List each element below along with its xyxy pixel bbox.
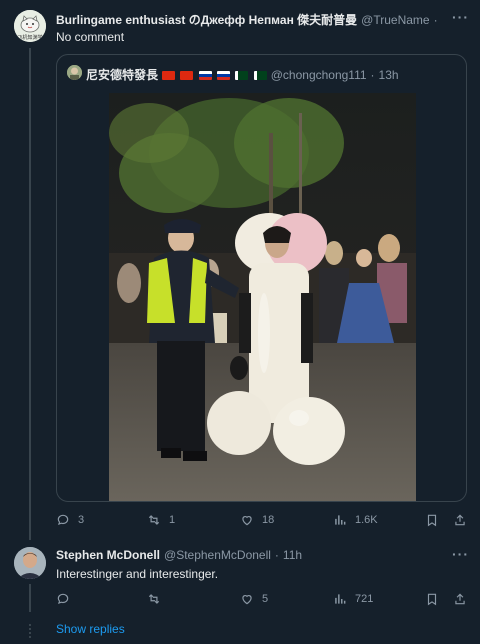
china-flag-icon <box>162 70 176 80</box>
thread-line-top <box>29 48 31 540</box>
quote-display-name: 尼安德特發長 <box>86 68 159 82</box>
reply-icon <box>57 514 69 526</box>
person-avatar-icon <box>14 547 46 579</box>
thread-dotted-connector <box>29 624 31 638</box>
quote-avatar-icon <box>67 65 82 80</box>
retweet-count: 1 <box>169 514 176 526</box>
share-button[interactable] <box>453 592 475 606</box>
tweet-text: Interestinger and interestinger. <box>56 567 219 581</box>
display-name[interactable]: Stephen McDonell <box>56 548 160 562</box>
quote-user-handle: @chongchong111 <box>270 67 367 82</box>
views-count: 1.6K <box>355 514 378 526</box>
flag-emoji-row <box>160 68 267 82</box>
user-handle[interactable]: @StephenMcDonell <box>164 548 271 562</box>
views-button[interactable]: 721 <box>333 592 373 606</box>
views-count: 721 <box>355 593 374 605</box>
quote-header: 尼安德特發長 @chongchong111 · 13h <box>86 66 406 83</box>
heart-icon <box>242 516 252 526</box>
reply-icon <box>57 593 69 605</box>
quoted-tweet-card[interactable]: 尼安德特發長 @chongchong111 · 13h <box>56 54 467 502</box>
bookmark-icon <box>427 593 437 606</box>
like-count: 18 <box>262 514 275 526</box>
separator: · <box>433 12 438 27</box>
russia-flag-icon <box>198 70 212 80</box>
pakistan-flag-icon <box>253 70 267 80</box>
bookmark-button[interactable] <box>425 513 447 527</box>
heart-icon <box>242 595 252 605</box>
tweet-photo[interactable] <box>109 93 416 501</box>
thread-line-bottom <box>29 584 31 612</box>
pakistan-flag-icon <box>235 70 249 80</box>
tweet-text: No comment <box>56 30 125 44</box>
more-options-button[interactable]: ··· <box>452 546 469 562</box>
reply-button[interactable] <box>56 592 78 606</box>
show-replies-link[interactable]: Show replies <box>56 622 125 636</box>
avatar-caption: 飞机知渊学 <box>17 35 43 41</box>
separator: · <box>274 548 279 562</box>
like-button[interactable]: 18 <box>240 513 274 527</box>
avatar[interactable]: 飞机知渊学 <box>14 10 46 42</box>
retweet-icon <box>148 515 160 525</box>
timestamp[interactable]: 11h <box>283 548 302 562</box>
russia-flag-icon <box>217 70 231 80</box>
retweet-icon <box>148 594 160 604</box>
views-chart-icon <box>335 594 346 604</box>
share-icon <box>455 593 465 605</box>
separator: · <box>370 67 375 82</box>
street-scene-image <box>109 93 416 501</box>
retweet-button[interactable] <box>147 592 169 606</box>
bookmark-icon <box>427 514 437 527</box>
reply-count: 3 <box>78 514 85 526</box>
like-count: 5 <box>262 593 269 605</box>
china-flag-icon <box>180 70 194 80</box>
user-handle[interactable]: @TrueName <box>361 13 429 27</box>
views-button[interactable]: 1.6K <box>333 513 378 527</box>
quote-timestamp: 13h <box>378 67 399 82</box>
like-button[interactable]: 5 <box>240 592 268 606</box>
retweet-button[interactable]: 1 <box>147 513 175 527</box>
tweet-header: Stephen McDonell @StephenMcDonell · 11h <box>56 548 440 562</box>
tweet-header: Burlingame enthusiast のДжефф Непман 傑夫耐普… <box>56 11 440 28</box>
display-name[interactable]: Burlingame enthusiast のДжефф Непман 傑夫耐普… <box>56 11 357 28</box>
bookmark-button[interactable] <box>425 592 447 606</box>
avatar[interactable] <box>14 547 46 579</box>
views-chart-icon <box>335 515 346 525</box>
share-button[interactable] <box>453 513 475 527</box>
more-options-button[interactable]: ··· <box>452 9 469 25</box>
reply-button[interactable]: 3 <box>56 513 84 527</box>
quote-avatar <box>67 65 82 80</box>
share-icon <box>455 514 465 526</box>
